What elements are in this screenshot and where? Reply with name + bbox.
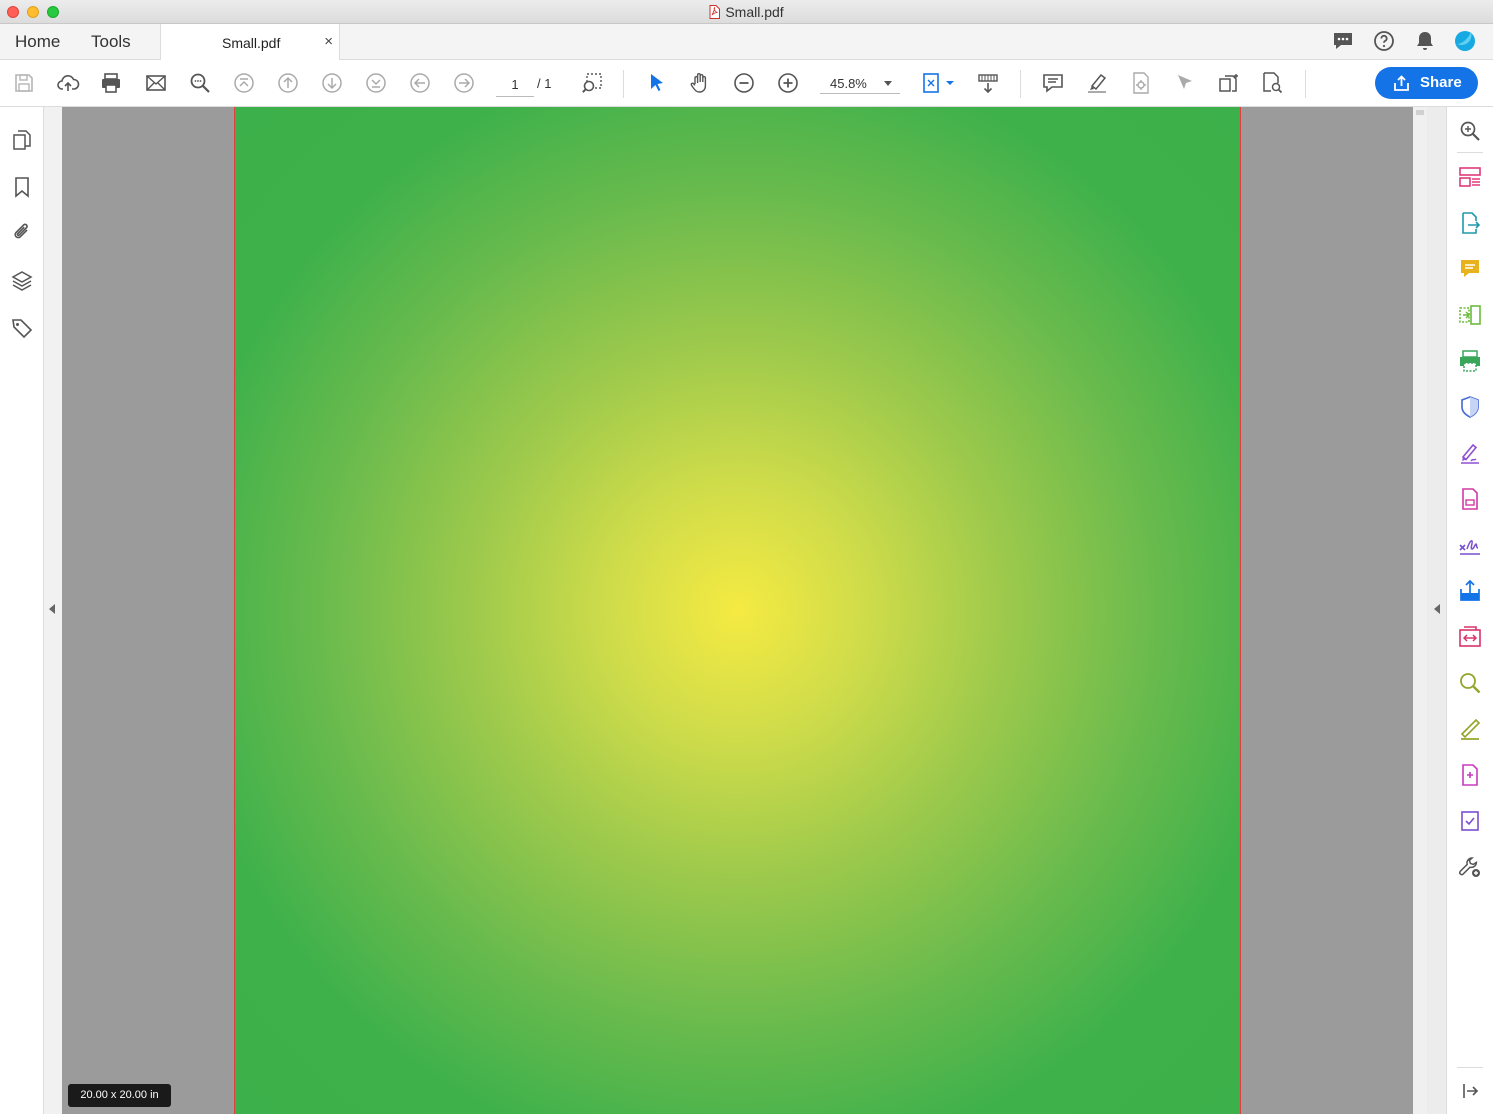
- help-icon[interactable]: [1373, 30, 1395, 52]
- pdf-page[interactable]: [234, 107, 1241, 1114]
- fit-page-icon[interactable]: [920, 71, 956, 95]
- window-title: Small.pdf: [0, 4, 1493, 20]
- export-pdf-icon[interactable]: [1458, 211, 1482, 235]
- select-cursor-icon[interactable]: [645, 71, 669, 95]
- zoom-in-icon[interactable]: [776, 71, 800, 95]
- organize-pages-icon[interactable]: [1217, 71, 1241, 95]
- notifications-bell-icon[interactable]: [1414, 30, 1436, 52]
- find-text-icon[interactable]: [188, 71, 212, 95]
- request-signature-icon[interactable]: [1458, 533, 1482, 557]
- previous-view-icon[interactable]: [408, 71, 432, 95]
- next-view-icon[interactable]: [452, 71, 476, 95]
- comment-tool-icon[interactable]: [1458, 257, 1482, 281]
- chevron-down-icon: [884, 81, 892, 86]
- window-title-text: Small.pdf: [725, 4, 784, 20]
- vertical-scrollbar[interactable]: [1413, 107, 1427, 1114]
- tags-icon[interactable]: [10, 316, 34, 340]
- organize-pages-tool-icon[interactable]: [1458, 303, 1482, 327]
- attachment-paperclip-icon[interactable]: [10, 220, 34, 244]
- edit-pdf-icon[interactable]: [1458, 487, 1482, 511]
- bookmark-icon[interactable]: [10, 175, 34, 199]
- more-tools-wrench-icon[interactable]: [1458, 855, 1482, 879]
- layers-icon[interactable]: [10, 269, 34, 293]
- email-icon[interactable]: [144, 71, 168, 95]
- last-page-icon[interactable]: [364, 71, 388, 95]
- next-page-icon[interactable]: [320, 71, 344, 95]
- pdf-file-icon: [709, 5, 721, 19]
- title-bar: Small.pdf: [0, 0, 1493, 24]
- zoom-search-icon[interactable]: [1458, 119, 1482, 143]
- hand-tool-icon[interactable]: [688, 71, 712, 95]
- close-tab-button[interactable]: ×: [324, 33, 333, 50]
- messages-icon[interactable]: [1332, 30, 1354, 52]
- create-pdf-icon[interactable]: [1458, 165, 1482, 189]
- fill-sign-icon[interactable]: [1458, 441, 1482, 465]
- page-settings-icon[interactable]: [1129, 71, 1153, 95]
- tab-tools[interactable]: Tools: [91, 32, 131, 52]
- save-icon[interactable]: [12, 71, 36, 95]
- page-total: / 1: [537, 76, 552, 91]
- share-upload-icon: [1394, 75, 1409, 91]
- prepare-form-icon[interactable]: [1458, 809, 1482, 833]
- page-thumbnails-icon[interactable]: [10, 128, 34, 152]
- previous-page-icon[interactable]: [276, 71, 300, 95]
- expand-panel-icon[interactable]: [1458, 1079, 1482, 1103]
- print-icon[interactable]: [99, 71, 123, 95]
- tab-document[interactable]: Small.pdf ×: [160, 24, 340, 60]
- zoom-level-value: 45.8%: [830, 76, 867, 91]
- search-tool-icon[interactable]: [1458, 671, 1482, 695]
- page-number-input[interactable]: [496, 72, 534, 97]
- tab-home[interactable]: Home: [15, 32, 60, 52]
- scan-ocr-icon[interactable]: [1458, 349, 1482, 373]
- protect-shield-icon[interactable]: [1458, 395, 1482, 419]
- rich-media-icon[interactable]: [1458, 763, 1482, 787]
- cloud-upload-icon[interactable]: [56, 71, 80, 95]
- scrolling-mode-icon[interactable]: [976, 71, 1000, 95]
- pointer-tool-icon[interactable]: [1173, 71, 1197, 95]
- chevron-left-icon: [1434, 604, 1440, 614]
- left-navigation-pane: [0, 107, 44, 1114]
- user-avatar-icon[interactable]: [1454, 30, 1476, 52]
- page-size-badge: 20.00 x 20.00 in: [68, 1084, 171, 1107]
- toolbar-divider: [623, 70, 624, 98]
- zoom-level-select[interactable]: 45.8%: [820, 72, 900, 94]
- page-search-icon[interactable]: [1260, 71, 1284, 95]
- toolbar: / 1 45.8% Share: [0, 60, 1493, 107]
- tab-bar: Home Tools Small.pdf ×: [0, 24, 1493, 60]
- document-tab-label: Small.pdf: [222, 35, 281, 51]
- zoom-out-icon[interactable]: [732, 71, 756, 95]
- marquee-zoom-icon[interactable]: [580, 71, 604, 95]
- collapse-left-pane-button[interactable]: [44, 107, 62, 1114]
- toolbar-divider: [1020, 70, 1021, 98]
- share-button[interactable]: Share: [1375, 67, 1478, 99]
- toolbar-divider: [1305, 70, 1306, 98]
- compare-files-icon[interactable]: [1458, 625, 1482, 649]
- comment-icon[interactable]: [1041, 71, 1065, 95]
- right-tools-pane: [1447, 107, 1493, 1114]
- chevron-left-icon: [49, 604, 55, 614]
- collapse-right-pane-button[interactable]: [1427, 107, 1447, 1114]
- first-page-icon[interactable]: [232, 71, 256, 95]
- measure-tool-icon[interactable]: [1458, 717, 1482, 741]
- pane-divider: [1457, 152, 1483, 153]
- send-share-icon[interactable]: [1458, 579, 1482, 603]
- scrollbar-thumb[interactable]: [1416, 110, 1424, 115]
- pane-divider: [1457, 1067, 1483, 1068]
- highlight-pen-icon[interactable]: [1085, 71, 1109, 95]
- share-button-label: Share: [1420, 74, 1462, 91]
